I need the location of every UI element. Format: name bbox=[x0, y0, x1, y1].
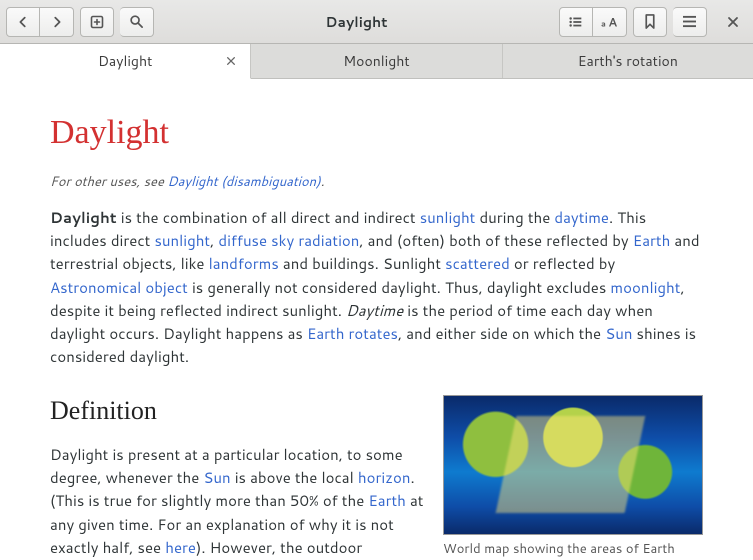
contents-icon bbox=[568, 15, 584, 29]
show-contents-button[interactable] bbox=[559, 7, 593, 37]
hatnote-text: For other uses, see bbox=[50, 173, 167, 191]
nav-group bbox=[6, 7, 74, 37]
article: Daylight For other uses, see Daylight (d… bbox=[0, 79, 753, 560]
text-settings-button[interactable]: a A bbox=[593, 7, 627, 37]
hatnote-suffix: . bbox=[321, 173, 325, 191]
bold-daylight: Daylight bbox=[50, 207, 117, 228]
link-landforms[interactable]: landforms bbox=[209, 253, 279, 274]
content-scroll[interactable]: Daylight For other uses, see Daylight (d… bbox=[0, 79, 753, 560]
bookmark-button[interactable] bbox=[633, 7, 667, 37]
link-diffuse-sky-radiation[interactable]: diffuse sky radiation bbox=[218, 230, 359, 251]
link-earth-rotates[interactable]: Earth rotates bbox=[307, 323, 398, 344]
link-sun-2[interactable]: Sun bbox=[203, 467, 230, 488]
tab-daylight[interactable]: Daylight bbox=[0, 44, 251, 79]
tab-label: Daylight bbox=[98, 51, 152, 71]
italic-daytime: Daytime bbox=[346, 300, 403, 321]
svg-text:A: A bbox=[608, 15, 617, 29]
forward-button[interactable] bbox=[40, 7, 74, 37]
figure-world-map: World map showing the areas of Earth rec… bbox=[443, 395, 703, 560]
search-icon bbox=[129, 14, 144, 29]
menu-button[interactable] bbox=[673, 7, 707, 37]
tab-label: Moonlight bbox=[343, 51, 409, 71]
view-group: a A bbox=[559, 7, 627, 37]
search-button[interactable] bbox=[120, 7, 154, 37]
hamburger-icon bbox=[682, 15, 697, 28]
tab-moonlight[interactable]: Moonlight bbox=[251, 44, 502, 78]
close-icon bbox=[226, 56, 236, 66]
tab-bar: Daylight Moonlight Earth's rotation bbox=[0, 44, 753, 79]
link-earth[interactable]: Earth bbox=[633, 230, 671, 251]
world-map-image bbox=[443, 395, 703, 535]
page-title: Daylight bbox=[50, 107, 703, 160]
link-moonlight[interactable]: moonlight bbox=[610, 277, 680, 298]
back-button[interactable] bbox=[6, 7, 40, 37]
link-sunlight-2[interactable]: sunlight bbox=[154, 230, 210, 251]
link-daytime[interactable]: daytime bbox=[554, 207, 609, 228]
new-tab-icon bbox=[89, 14, 105, 30]
svg-text:a: a bbox=[601, 17, 606, 29]
link-sun[interactable]: Sun bbox=[605, 323, 632, 344]
lead-paragraph: Daylight is the combination of all direc… bbox=[50, 206, 703, 369]
chevron-left-icon bbox=[16, 15, 30, 29]
text-size-icon: a A bbox=[601, 15, 619, 29]
link-here[interactable]: here bbox=[165, 537, 196, 558]
close-icon bbox=[727, 16, 739, 28]
hatnote: For other uses, see Daylight (disambigua… bbox=[50, 172, 703, 192]
tab-close-button[interactable] bbox=[222, 52, 240, 70]
figure-caption: World map showing the areas of Earth rec… bbox=[443, 541, 703, 560]
window-close-button[interactable] bbox=[719, 8, 747, 36]
link-horizon[interactable]: horizon bbox=[358, 467, 411, 488]
link-sunlight[interactable]: sunlight bbox=[420, 207, 476, 228]
bookmark-icon bbox=[644, 14, 656, 29]
window-title: Daylight bbox=[160, 12, 553, 32]
headerbar: Daylight a A bbox=[0, 0, 753, 44]
link-disambiguation[interactable]: Daylight (disambiguation) bbox=[167, 173, 320, 191]
new-tab-button[interactable] bbox=[80, 7, 114, 37]
tab-earths-rotation[interactable]: Earth's rotation bbox=[503, 44, 753, 78]
tab-label: Earth's rotation bbox=[578, 51, 678, 71]
chevron-right-icon bbox=[50, 15, 64, 29]
link-astronomical-object[interactable]: Astronomical object bbox=[50, 277, 188, 298]
link-scattered[interactable]: scattered bbox=[445, 253, 510, 274]
link-earth-2[interactable]: Earth bbox=[368, 490, 406, 511]
